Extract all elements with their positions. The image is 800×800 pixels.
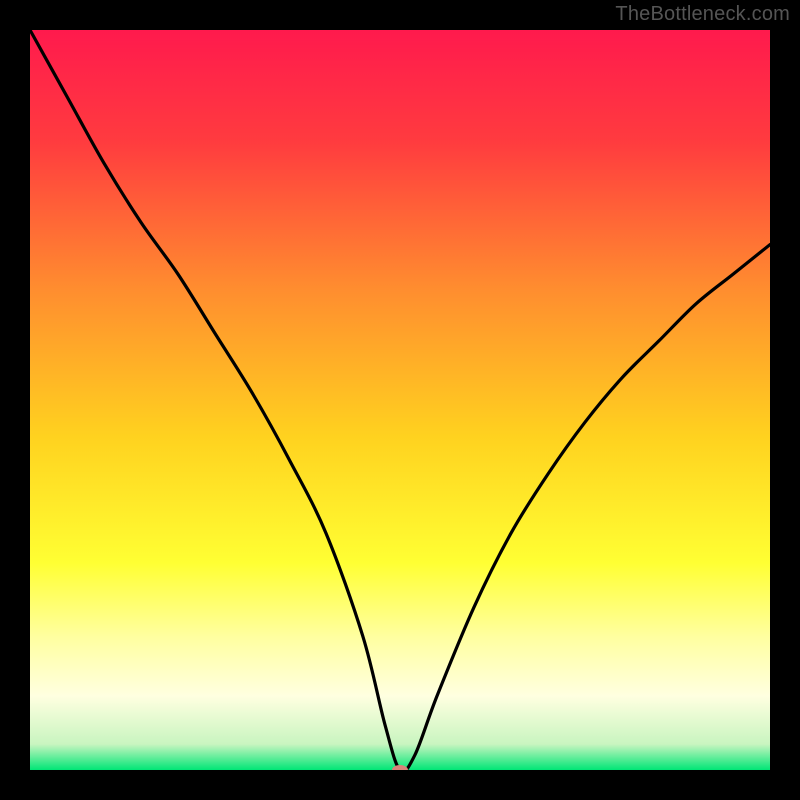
watermark-text: TheBottleneck.com xyxy=(615,3,790,26)
plot-outer xyxy=(30,30,770,770)
plot-svg xyxy=(30,30,770,770)
plot-background xyxy=(30,30,770,770)
chart-frame: TheBottleneck.com xyxy=(0,0,800,800)
